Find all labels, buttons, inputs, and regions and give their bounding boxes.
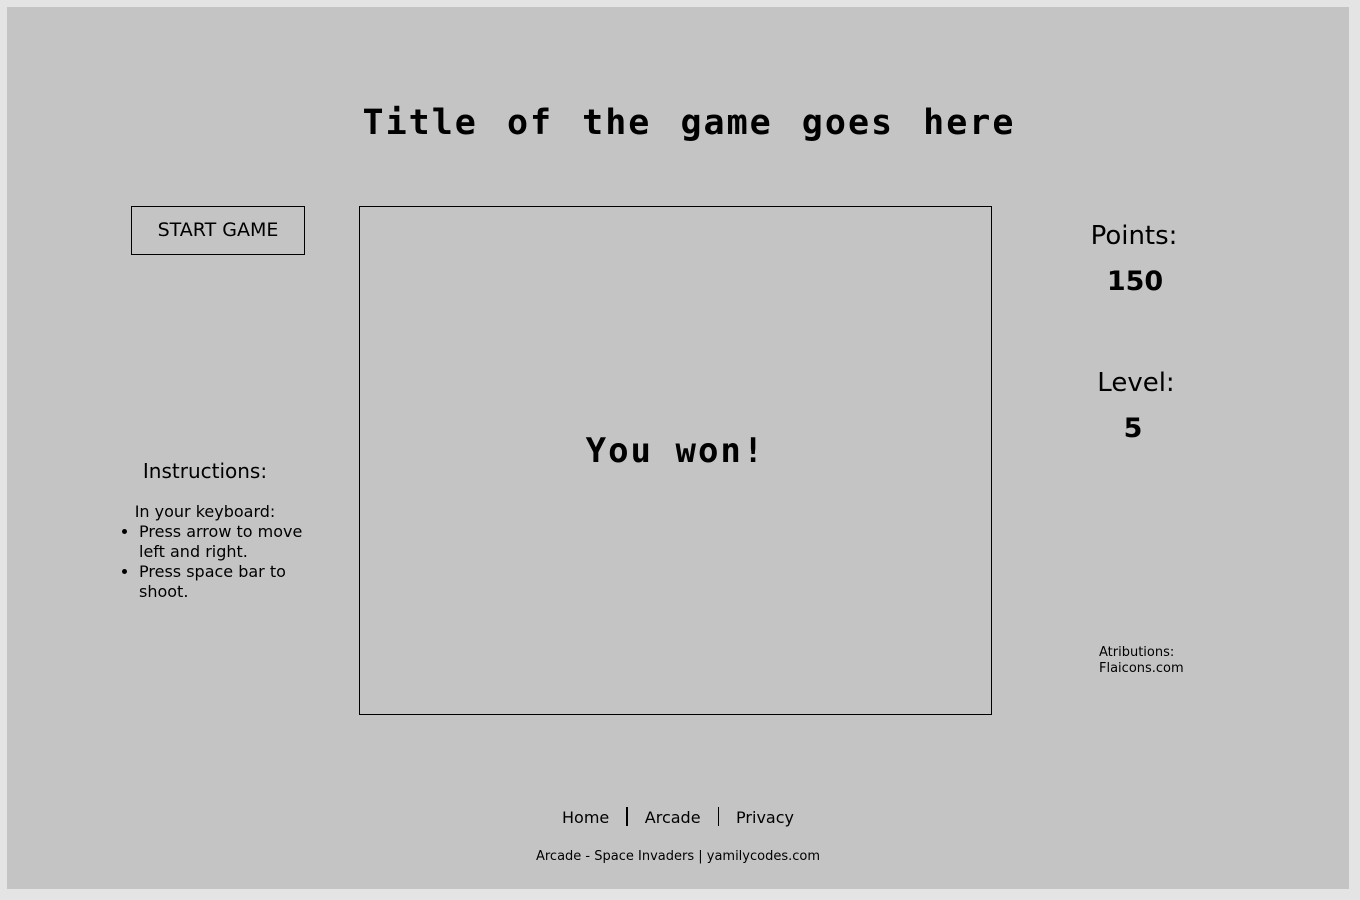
instructions-heading: Instructions: xyxy=(142,459,268,483)
footer-nav: Home Arcade Privacy xyxy=(7,807,1349,827)
points-label: Points: xyxy=(1090,221,1178,251)
footer-link-arcade[interactable]: Arcade xyxy=(645,808,701,827)
level-label: Level: xyxy=(1097,368,1175,398)
attributions-source: Flaicons.com xyxy=(1099,661,1184,676)
footer-divider xyxy=(717,807,720,826)
instruction-item: Press space bar to shoot. xyxy=(139,562,329,602)
game-board[interactable]: You won! xyxy=(359,206,992,715)
game-title: Title of the game goes here xyxy=(362,103,1016,143)
points-value: 150 xyxy=(1106,266,1164,297)
footer-link-privacy[interactable]: Privacy xyxy=(736,808,794,827)
level-value: 5 xyxy=(1123,413,1143,444)
footer-credit: Arcade - Space Invaders | yamilycodes.co… xyxy=(535,849,821,864)
game-status-message: You won! xyxy=(585,431,766,471)
game-page-panel: Title of the game goes here START GAME Y… xyxy=(7,7,1349,889)
footer-link-home[interactable]: Home xyxy=(562,808,609,827)
start-game-button[interactable]: START GAME xyxy=(131,206,305,255)
footer-divider xyxy=(626,807,628,826)
attributions: Atributions: Flaicons.com xyxy=(1099,645,1184,677)
attributions-label: Atributions: xyxy=(1099,645,1175,660)
instructions-subheading: In your keyboard: xyxy=(134,502,276,521)
instruction-item: Press arrow to move left and right. xyxy=(139,522,329,562)
instructions-list: Press arrow to move left and right. Pres… xyxy=(117,522,329,602)
